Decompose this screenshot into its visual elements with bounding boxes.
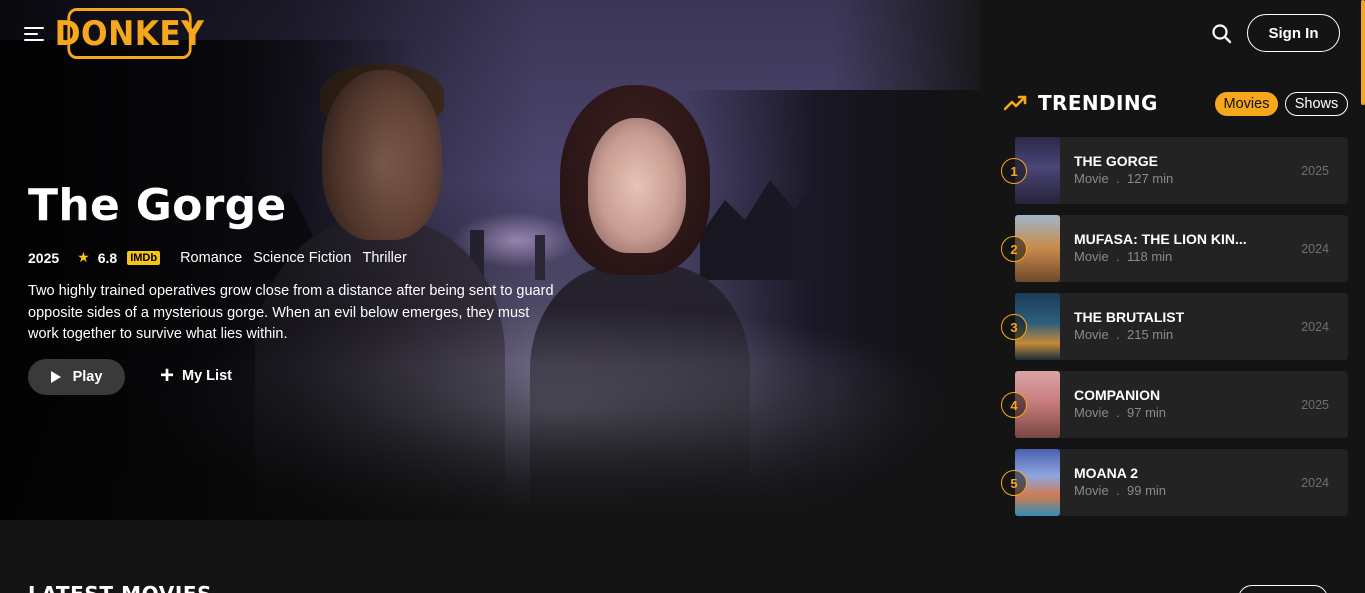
item-duration: 99 min [1127,483,1167,498]
genre-tag[interactable]: Romance [180,250,242,266]
search-icon[interactable] [1211,23,1233,45]
item-type: Movie [1074,483,1109,498]
trending-title: TRENDING [1038,91,1158,115]
item-title: MUFASA: THE LION KIN... [1074,231,1247,247]
item-type: Movie [1074,171,1109,186]
view-more-button[interactable]: View More [1238,585,1328,593]
plus-icon: + [160,362,175,389]
trending-item[interactable]: 2 MUFASA: THE LION KIN... Movie . 118 mi… [1001,215,1348,282]
latest-movies-heading: LATEST MOVIES [28,582,212,593]
trending-item[interactable]: 5 MOANA 2 Movie . 99 min 2024 [1001,449,1348,516]
item-title: THE BRUTALIST [1074,309,1185,325]
trending-up-icon [1004,95,1027,111]
hero-title: The Gorge [28,180,287,231]
hero-rating: 6.8 [97,249,118,266]
item-duration: 215 min [1127,327,1174,342]
trending-item[interactable]: 1 THE GORGE Movie . 127 min 2025 [1001,137,1348,204]
play-button[interactable]: Play [28,359,125,395]
item-year: 2024 [1301,476,1329,490]
item-duration: 127 min [1127,171,1174,186]
my-list-button[interactable]: + My List [160,362,232,389]
item-duration: 118 min [1127,249,1173,264]
item-type: Movie [1074,249,1109,264]
item-duration: 97 min [1127,405,1167,420]
scrollbar-thumb[interactable] [1361,0,1365,105]
separator-dot: . [1116,171,1120,186]
menu-icon[interactable] [24,24,46,44]
separator-dot: . [1116,327,1120,342]
item-year: 2024 [1301,320,1329,334]
logo[interactable]: DONKEY [55,8,204,59]
my-list-label: My List [182,368,232,384]
imdb-badge: IMDb [127,250,161,265]
trending-item[interactable]: 3 THE BRUTALIST Movie . 215 min 2024 [1001,293,1348,360]
trending-header: TRENDING [1004,91,1158,115]
item-type: Movie [1074,327,1109,342]
item-year: 2024 [1301,242,1329,256]
genre-tag[interactable]: Thriller [362,250,406,266]
sign-in-button[interactable]: Sign In [1247,14,1340,52]
item-title: COMPANION [1074,387,1161,403]
hero-description: Two highly trained operatives grow close… [28,283,554,342]
item-title: THE GORGE [1074,153,1159,169]
tab-movies[interactable]: Movies [1215,92,1278,116]
rank-badge: 5 [1001,470,1027,496]
separator-dot: . [1116,483,1120,498]
genre-list: Romance Science Fiction Thriller [180,250,418,266]
rank-badge: 1 [1001,158,1027,184]
rank-badge: 3 [1001,314,1027,340]
play-label: Play [72,369,103,385]
item-title: MOANA 2 [1074,465,1139,481]
hero-meta: 2025 ★ 6.8 IMDb Romance Science Fiction … [28,249,418,266]
star-icon: ★ [77,249,90,265]
genre-tag[interactable]: Science Fiction [253,250,351,266]
separator-dot: . [1116,405,1120,420]
trending-item[interactable]: 4 COMPANION Movie . 97 min 2025 [1001,371,1348,438]
separator-dot: . [1116,249,1120,264]
hero-year: 2025 [28,249,60,266]
tab-shows[interactable]: Shows [1285,92,1348,116]
item-year: 2025 [1301,398,1329,412]
item-type: Movie [1074,405,1109,420]
item-year: 2025 [1301,164,1329,178]
play-icon [50,371,61,383]
trending-list: 1 THE GORGE Movie . 127 min 2025 2 MUFAS… [1001,137,1348,527]
rank-badge: 4 [1001,392,1027,418]
rank-badge: 2 [1001,236,1027,262]
